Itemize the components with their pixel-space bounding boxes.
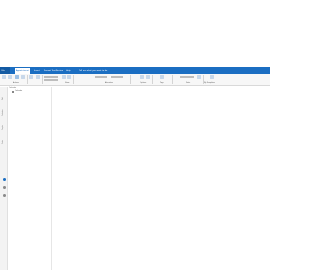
- dictate-button[interactable]: [160, 75, 164, 79]
- ribbon-group-label: Attendees: [105, 83, 114, 84]
- ribbon-group-label: Actions: [13, 83, 19, 84]
- mail-icon[interactable]: [2, 178, 6, 181]
- ribbon-group-label: Options: [140, 83, 147, 84]
- calendar-select[interactable]: [180, 76, 194, 78]
- ribbon-tab-bar: [0, 67, 270, 74]
- people-icon[interactable]: [2, 194, 6, 197]
- delete-button[interactable]: [2, 75, 6, 79]
- ribbon-group-label: Show: [65, 83, 70, 84]
- nav-tasks[interactable]: Tasks: [3, 140, 5, 144]
- calendar-item-label[interactable]: Calendar: [15, 91, 22, 93]
- forward-button[interactable]: [8, 75, 12, 79]
- tab-review[interactable]: Review: [56, 68, 63, 74]
- insights-button[interactable]: [210, 75, 214, 79]
- appointment-button[interactable]: [15, 75, 19, 79]
- tell-me-search[interactable]: Tell me what you want to do: [79, 68, 107, 74]
- reminder-select[interactable]: [44, 79, 58, 81]
- tab-help[interactable]: Help: [66, 68, 71, 74]
- ribbon-group-label: Tags: [160, 83, 164, 84]
- invite-attendees-button[interactable]: [36, 75, 40, 79]
- folder-pane-header: Calendar: [9, 87, 17, 89]
- high-importance-button[interactable]: [146, 75, 150, 79]
- calendar-checkbox[interactable]: [12, 91, 14, 93]
- private-button[interactable]: [140, 75, 144, 79]
- ribbon-group-label: My Templates: [204, 83, 215, 84]
- tab-appointment[interactable]: Appointment: [15, 67, 30, 74]
- calendar-icon[interactable]: [2, 186, 6, 189]
- time-zones-button[interactable]: [67, 75, 71, 79]
- teams-meeting-button[interactable]: [29, 75, 33, 79]
- ribbon: [0, 74, 270, 86]
- nav-mail[interactable]: Mail: [3, 97, 5, 100]
- category-select[interactable]: [95, 76, 107, 78]
- nav-calendar[interactable]: Calendar: [3, 109, 5, 116]
- tab-format-text[interactable]: Format Text: [44, 68, 56, 74]
- view-templates-button[interactable]: [197, 75, 201, 79]
- ribbon-group-label: Voice: [186, 83, 191, 84]
- importance-select[interactable]: [111, 76, 123, 78]
- tab-insert[interactable]: Insert: [34, 68, 40, 74]
- scheduling-button[interactable]: [21, 75, 25, 79]
- tab-file[interactable]: File: [2, 68, 5, 74]
- recurrence-button[interactable]: [62, 75, 66, 79]
- show-as-select[interactable]: [44, 76, 58, 78]
- folder-pane: [8, 87, 52, 270]
- window-title-area: [0, 0, 270, 67]
- nav-people[interactable]: People: [3, 125, 5, 130]
